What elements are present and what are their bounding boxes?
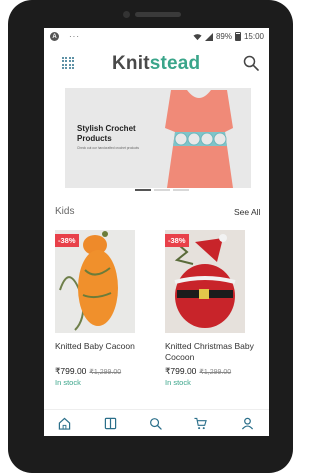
product-name[interactable]: Knitted Christmas Baby Cocoon [165,341,269,363]
carousel-indicator[interactable] [44,189,269,193]
account-icon[interactable] [241,417,254,430]
notification-badge: A [50,32,59,41]
product-name[interactable]: Knitted Baby Cacoon [55,341,165,352]
hero-banner[interactable]: Stylish Crochet Products Check out our h… [65,88,251,188]
banner-title: Stylish Crochet Products [77,124,136,143]
discount-badge: -38% [55,234,79,247]
search-icon[interactable] [243,55,259,71]
stock-status: In stock [165,378,191,387]
product-mrp: ₹1,299.00 [89,369,122,376]
signal-icon [204,32,213,41]
earpiece [135,12,181,17]
bottom-navigation [44,409,269,436]
price-row: ₹799.00 ₹1,299.00 [55,366,121,377]
battery-percent: 89% [215,32,232,41]
banner-subtitle: Check out our handcrafted crochet produc… [77,146,140,150]
product-price: ₹799.00 [165,366,197,376]
status-dots: ··· [69,32,80,41]
stock-status: In stock [55,378,81,387]
logo-part-1: Knit [112,53,150,74]
product-mrp: ₹1,299.00 [199,369,232,376]
price-row: ₹799.00 ₹1,299.00 [165,366,231,377]
logo-part-2: stead [149,53,201,74]
see-all-link[interactable]: See All [234,207,260,217]
catalog-icon[interactable] [104,417,117,430]
phone-frame: A ··· 89% 15:00 Knitstead Stylish Croche… [8,0,293,473]
wifi-icon [193,33,202,40]
cart-icon[interactable] [194,417,207,430]
crochet-top-image [165,90,233,188]
front-camera [123,11,130,18]
grid-menu-icon[interactable] [62,57,74,69]
section-title: Kids [55,206,75,217]
product-price: ₹799.00 [55,366,87,376]
search-icon[interactable] [149,417,162,430]
brand-logo[interactable]: Knitstead [112,53,200,75]
discount-badge: -38% [165,234,189,247]
status-bar: A ··· 89% 15:00 [44,28,269,45]
status-time: 15:00 [243,32,264,41]
home-icon[interactable] [58,417,71,430]
carousel-dot-1[interactable] [134,189,151,191]
app-screen: A ··· 89% 15:00 Knitstead Stylish Croche… [44,28,269,436]
carousel-dot-2[interactable] [153,189,170,191]
app-header: Knitstead [44,48,269,78]
carousel-dot-3[interactable] [172,189,189,191]
battery-icon [234,32,241,41]
